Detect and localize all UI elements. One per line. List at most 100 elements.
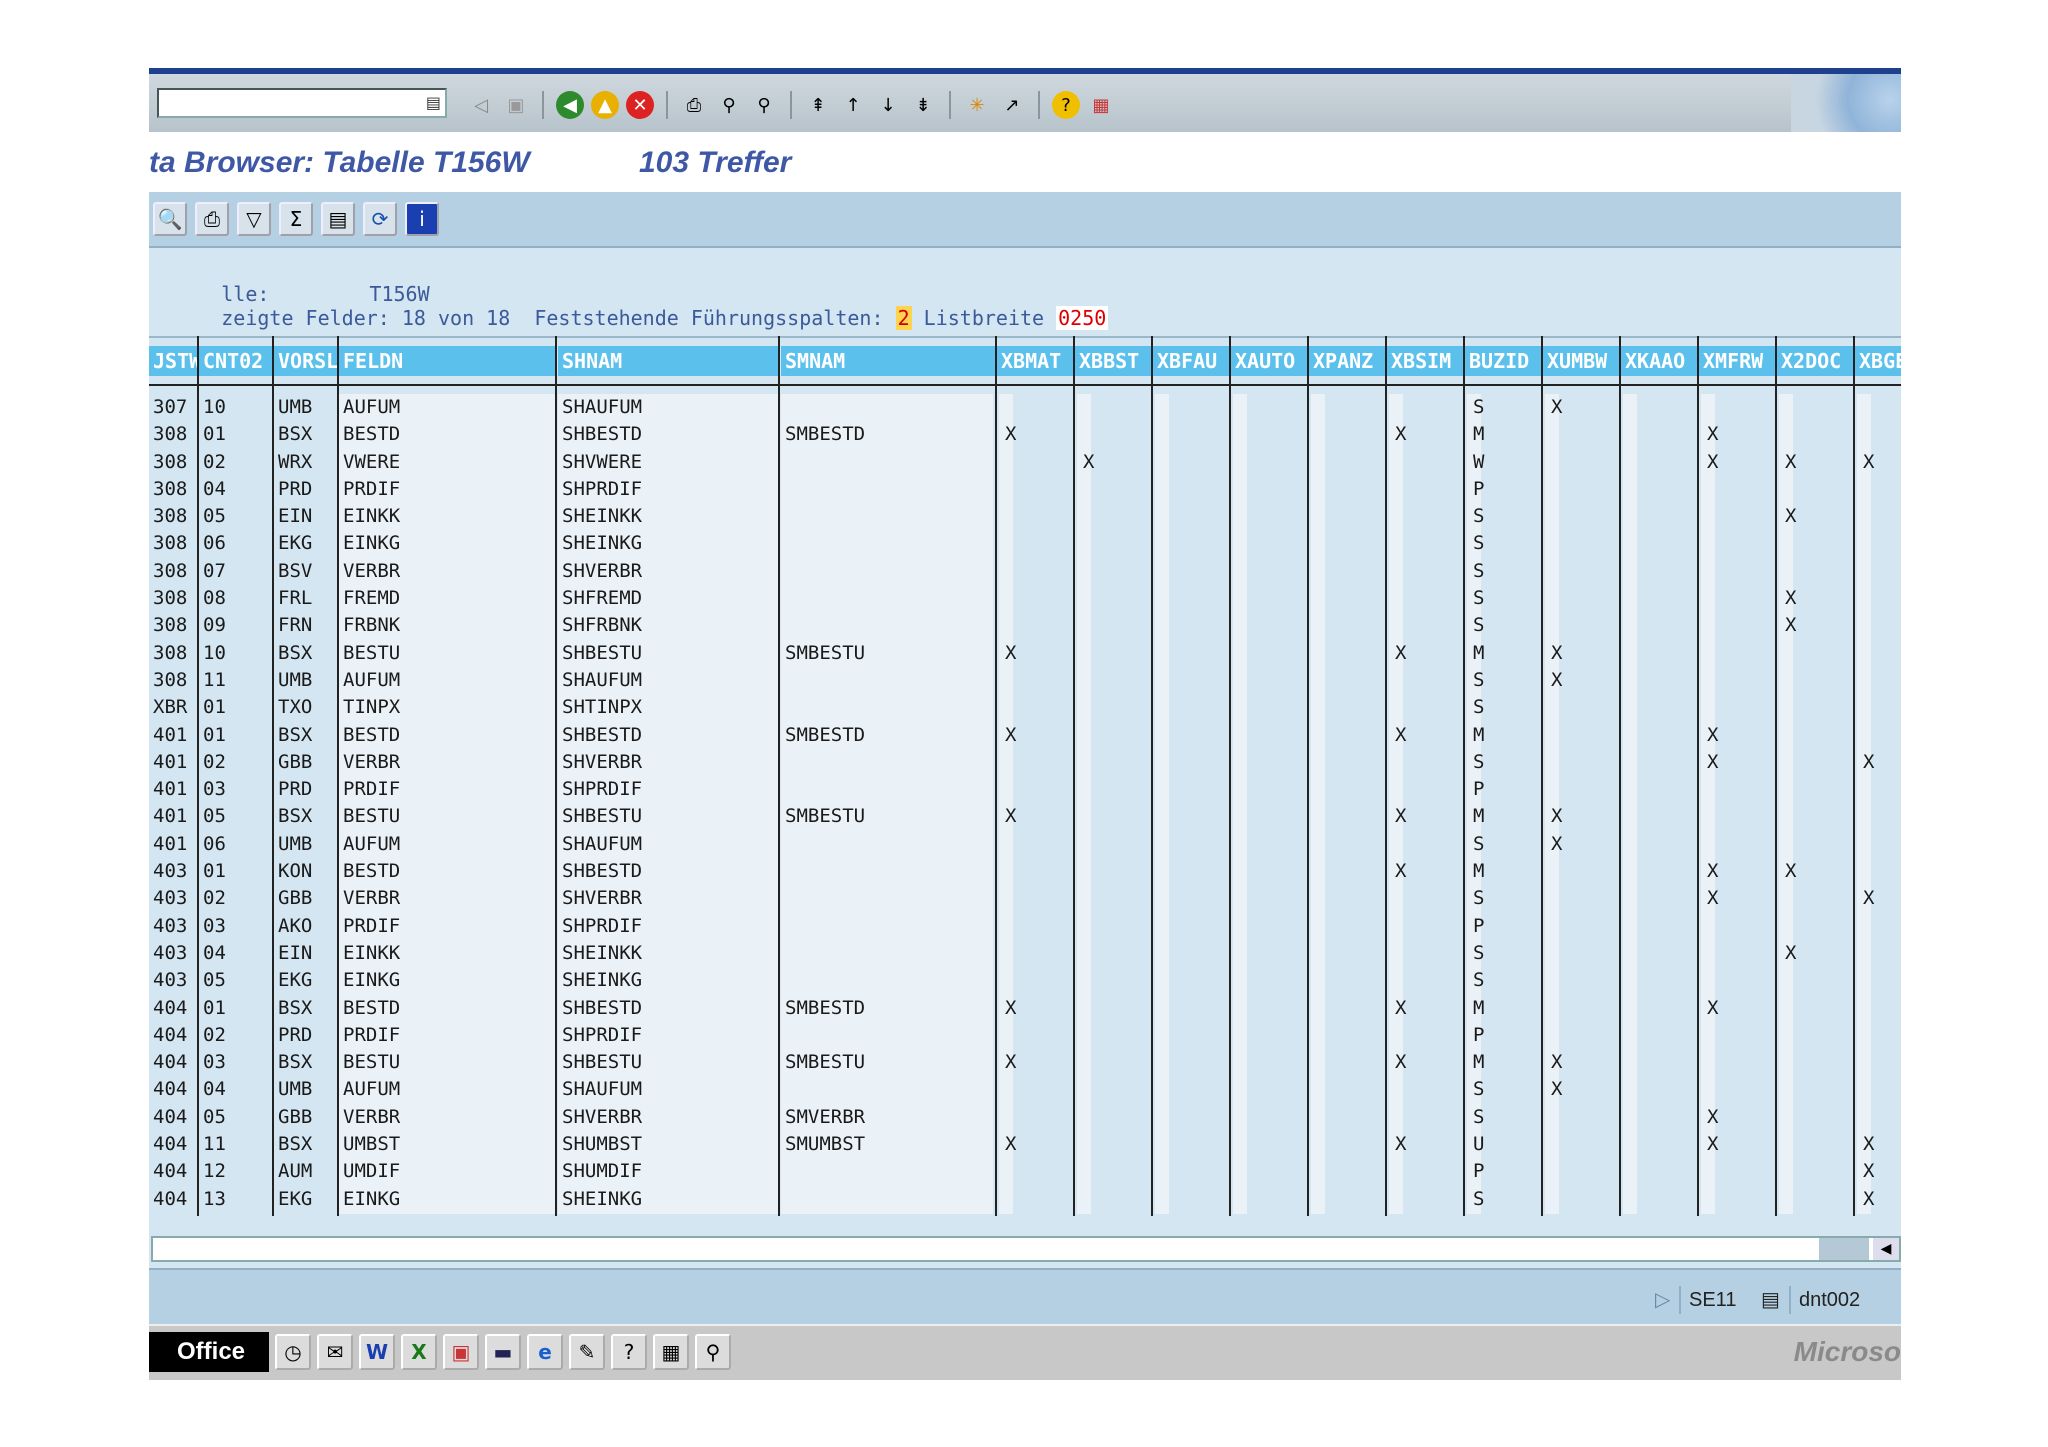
cell-xbbst — [1079, 421, 1155, 448]
column-header-xpanz[interactable]: XPANZ — [1309, 346, 1385, 376]
desktop-icon[interactable]: ▬ — [485, 1334, 521, 1370]
column-header-feldn[interactable]: FELDN — [339, 346, 556, 376]
column-header-x2doc[interactable]: X2DOC — [1777, 346, 1853, 376]
green-back-icon[interactable]: ◀ — [556, 91, 584, 119]
column-header-cnt02[interactable]: CNT02 — [199, 346, 272, 376]
column-header-xbmat[interactable]: XBMAT — [997, 346, 1073, 376]
find-next-icon[interactable]: ⚲ — [750, 91, 778, 119]
column-header-xmfrw[interactable]: XMFRW — [1699, 346, 1775, 376]
print-icon[interactable]: ⎙ — [195, 202, 229, 236]
exit-icon[interactable]: ▲ — [591, 91, 619, 119]
table-row[interactable]: 403 02 GBB VERBR SHVERBR S X X — [149, 885, 1901, 912]
table-row[interactable]: 308 11 UMB AUFUM SHAUFUM S X — [149, 667, 1901, 694]
session-list-icon[interactable]: ▤ — [1753, 1286, 1788, 1314]
table-row[interactable]: 308 09 FRN FRBNK SHFRBNK S X — [149, 612, 1901, 639]
internet-explorer-icon[interactable]: e — [527, 1334, 563, 1370]
table-row[interactable]: 308 04 PRD PRDIF SHPRDIF P — [149, 476, 1901, 503]
calculator-icon[interactable]: ▦ — [653, 1334, 689, 1370]
column-header-smnam[interactable]: SMNAM — [781, 346, 995, 376]
notes-icon[interactable]: ✎ — [569, 1334, 605, 1370]
info-icon[interactable]: i — [405, 202, 439, 236]
cell-xbmat — [1001, 913, 1077, 940]
column-header-vorsl[interactable]: VORSL — [274, 346, 337, 376]
table-row[interactable]: 403 05 EKG EINKG SHEINKG S — [149, 967, 1901, 994]
cell-xbfau — [1157, 1186, 1233, 1213]
table-row[interactable]: 404 02 PRD PRDIF SHPRDIF P — [149, 1022, 1901, 1049]
print-icon[interactable]: ⎙ — [680, 91, 708, 119]
scrollbar-thumb[interactable] — [1819, 1238, 1869, 1260]
list-width-input[interactable]: 0250 — [1056, 306, 1109, 330]
table-row[interactable]: 308 10 BSX BESTU SHBESTU SMBESTU X X M X — [149, 640, 1901, 667]
find-icon[interactable]: ⚲ — [715, 91, 743, 119]
table-row[interactable]: 401 02 GBB VERBR SHVERBR S X X — [149, 749, 1901, 776]
table-row[interactable]: 403 03 AKO PRDIF SHPRDIF P — [149, 913, 1901, 940]
layout-icon[interactable]: ▤ — [321, 202, 355, 236]
clock-icon[interactable]: ◷ — [275, 1334, 311, 1370]
table-row[interactable]: 404 03 BSX BESTU SHBESTU SMBESTU X X M X — [149, 1049, 1901, 1076]
table-row[interactable]: 404 13 EKG EINKG SHEINKG S X — [149, 1186, 1901, 1213]
column-header-shnam[interactable]: SHNAM — [558, 346, 779, 376]
cell-xbmat — [1001, 1076, 1077, 1103]
excel-icon[interactable]: X — [401, 1334, 437, 1370]
help-book-icon[interactable]: ? — [611, 1334, 647, 1370]
filter-icon[interactable]: ▽ — [237, 202, 271, 236]
table-row[interactable]: 404 05 GBB VERBR SHVERBR SMVERBR S X — [149, 1104, 1901, 1131]
table-row[interactable]: 401 01 BSX BESTD SHBESTD SMBESTD X X M X — [149, 722, 1901, 749]
cancel-icon[interactable]: ✕ — [626, 91, 654, 119]
save-icon[interactable]: ▣ — [502, 91, 530, 119]
cell-feldn: VERBR — [343, 1105, 401, 1128]
word-icon[interactable]: W — [359, 1334, 395, 1370]
table-row[interactable]: 308 06 EKG EINKG SHEINKG S — [149, 530, 1901, 557]
table-row[interactable]: 403 01 KON BESTD SHBESTD X M X X — [149, 858, 1901, 885]
column-header-xbbst[interactable]: XBBST — [1075, 346, 1151, 376]
office-start-button[interactable]: Office — [149, 1332, 269, 1372]
column-header-xkaao[interactable]: XKAAO — [1621, 346, 1697, 376]
table-row[interactable]: 404 04 UMB AUFUM SHAUFUM S X — [149, 1076, 1901, 1103]
scroll-left-icon[interactable]: ◀ — [1873, 1238, 1899, 1260]
last-page-icon[interactable]: ⇟ — [909, 91, 937, 119]
powerpoint-icon[interactable]: ▣ — [443, 1334, 479, 1370]
layout-icon[interactable]: ▦ — [1087, 91, 1115, 119]
next-page-icon[interactable]: ↓ — [874, 91, 902, 119]
shortcut-icon[interactable]: ↗ — [998, 91, 1026, 119]
sum-icon[interactable]: Σ — [279, 202, 313, 236]
table-row[interactable]: 403 04 EIN EINKK SHEINKK S X — [149, 940, 1901, 967]
table-row[interactable]: 404 01 BSX BESTD SHBESTD SMBESTD X X M X — [149, 995, 1901, 1022]
fixed-columns-input[interactable]: 2 — [895, 306, 912, 330]
cell-xbbst — [1079, 1076, 1155, 1103]
prev-page-icon[interactable]: ↑ — [839, 91, 867, 119]
command-history-icon[interactable]: ▤ — [426, 93, 441, 112]
cell-xpanz — [1313, 940, 1389, 967]
table-row[interactable]: XBR 01 TXO TINPX SHTINPX S — [149, 694, 1901, 721]
table-row[interactable]: 308 08 FRL FREMD SHFREMD S X — [149, 585, 1901, 612]
help-icon[interactable]: ? — [1052, 91, 1080, 119]
column-header-xbsim[interactable]: XBSIM — [1387, 346, 1463, 376]
table-row[interactable]: 401 03 PRD PRDIF SHPRDIF P — [149, 776, 1901, 803]
column-header-xbfau[interactable]: XBFAU — [1153, 346, 1229, 376]
table-row[interactable]: 404 11 BSX UMBST SHUMBST SMUMBST X X U X X — [149, 1131, 1901, 1158]
first-page-icon[interactable]: ⇞ — [804, 91, 832, 119]
new-session-icon[interactable]: ✳ — [963, 91, 991, 119]
table-row[interactable]: 401 05 BSX BESTU SHBESTU SMBESTU X X M X — [149, 803, 1901, 830]
table-row[interactable]: 404 12 AUM UMDIF SHUMDIF P X — [149, 1158, 1901, 1185]
table-row[interactable]: 308 01 BSX BESTD SHBESTD SMBESTD X X M X — [149, 421, 1901, 448]
status-expand-icon[interactable]: ▷ — [1647, 1286, 1678, 1314]
table-row[interactable]: 308 02 WRX VWERE SHVWERE X W X X X — [149, 449, 1901, 476]
table-row[interactable]: 401 06 UMB AUFUM SHAUFUM S X — [149, 831, 1901, 858]
mail-icon[interactable]: ✉ — [317, 1334, 353, 1370]
column-header-jstw[interactable]: JSTW — [149, 346, 197, 376]
column-header-buzid[interactable]: BUZID — [1465, 346, 1541, 376]
table-row[interactable]: 308 05 EIN EINKK SHEINKK S X — [149, 503, 1901, 530]
cell-xbge — [1859, 831, 1901, 858]
back-arrow-icon[interactable]: ◁ — [467, 91, 495, 119]
horizontal-scrollbar[interactable]: ◀ — [151, 1236, 1901, 1262]
table-row[interactable]: 308 07 BSV VERBR SHVERBR S — [149, 558, 1901, 585]
search-icon[interactable]: ⚲ — [695, 1334, 731, 1370]
column-header-xumbw[interactable]: XUMBW — [1543, 346, 1619, 376]
refresh-icon[interactable]: ⟳ — [363, 202, 397, 236]
table-row[interactable]: 307 10 UMB AUFUM SHAUFUM S X — [149, 394, 1901, 421]
detail-icon[interactable]: 🔍 — [153, 202, 187, 236]
command-field[interactable]: ▤ — [157, 88, 447, 118]
column-header-xauto[interactable]: XAUTO — [1231, 346, 1307, 376]
column-header-xbge[interactable]: XBGE — [1855, 346, 1901, 376]
